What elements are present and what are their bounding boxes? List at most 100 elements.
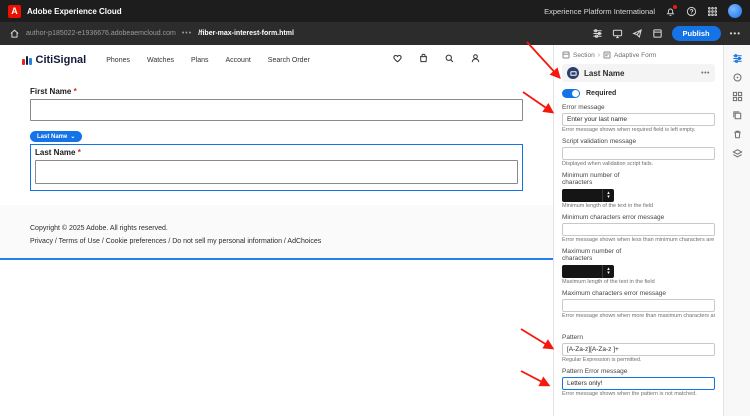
nav-item-watches[interactable]: Watches bbox=[147, 57, 174, 64]
page-canvas: CitiSignal Phones Watches Plans Account … bbox=[0, 45, 553, 416]
notification-dot bbox=[673, 4, 677, 9]
field-label: Script validation message bbox=[562, 138, 637, 145]
first-name-input[interactable] bbox=[30, 99, 523, 121]
search-icon[interactable] bbox=[444, 51, 455, 69]
field-help-text: Minimum length of the text in the field bbox=[562, 202, 654, 209]
panel-field-min-chars-error: Minimum characters error message Error m… bbox=[562, 214, 715, 243]
device-preview-icon[interactable] bbox=[612, 28, 623, 39]
footer-links[interactable]: Privacy / Terms of Use / Cookie preferen… bbox=[30, 238, 523, 245]
user-avatar[interactable] bbox=[728, 4, 742, 18]
nav-item-account[interactable]: Account bbox=[225, 57, 250, 64]
adobe-logo-icon: A bbox=[8, 4, 21, 18]
site-host: author-p185022-e1936676.adobeaemcloud.co… bbox=[26, 30, 176, 37]
site-footer: Copyright © 2025 Adobe. All rights reser… bbox=[0, 205, 553, 258]
component-title: Last Name bbox=[584, 68, 625, 78]
help-icon[interactable] bbox=[686, 6, 697, 17]
page-boundary-line bbox=[0, 258, 553, 260]
stepper-arrows[interactable]: ▴ ▾ bbox=[602, 188, 614, 202]
stepper-arrows[interactable]: ▴ ▾ bbox=[602, 264, 614, 278]
editor-settings-icon[interactable] bbox=[592, 28, 603, 39]
apps-grid-icon[interactable] bbox=[707, 6, 718, 17]
last-name-input[interactable] bbox=[35, 159, 518, 184]
last-name-label: Last Name * bbox=[35, 147, 81, 157]
selected-component-outline[interactable]: Last Name * bbox=[30, 143, 523, 191]
pattern-error-input[interactable] bbox=[562, 376, 715, 390]
first-name-label: First Name * bbox=[30, 87, 77, 96]
field-label: Error message bbox=[562, 104, 605, 111]
field-label: Pattern bbox=[562, 333, 583, 341]
notifications-icon[interactable] bbox=[665, 4, 677, 17]
copy-icon[interactable] bbox=[732, 110, 743, 121]
field-label: Minimum characters error message bbox=[562, 213, 665, 221]
content-tree-icon[interactable] bbox=[731, 148, 743, 159]
pattern-input[interactable] bbox=[562, 342, 715, 356]
brand-bars-icon bbox=[22, 56, 32, 66]
field-label: Maximum characters error message bbox=[562, 289, 667, 297]
panel-field-max-characters: Maximum number of characters ▴ ▾ Maximum… bbox=[562, 248, 715, 285]
field-label: Minimum number of characters bbox=[562, 172, 620, 187]
top-bar: A Adobe Experience Cloud Experience Plat… bbox=[0, 0, 750, 22]
required-toggle-row: Required bbox=[562, 87, 715, 99]
required-asterisk: * bbox=[77, 147, 81, 157]
home-icon[interactable] bbox=[9, 28, 20, 39]
components-icon[interactable] bbox=[732, 91, 743, 102]
assets-icon[interactable] bbox=[732, 72, 743, 83]
url-ellipsis: ••• bbox=[181, 30, 193, 37]
account-user-icon[interactable] bbox=[470, 51, 481, 69]
field-help-text: Maximum length of the text in the field bbox=[562, 278, 655, 285]
required-toggle-label: Required bbox=[586, 89, 617, 97]
panel-field-error-message: Error message Error message shown when r… bbox=[562, 104, 715, 133]
text-field-component-icon bbox=[567, 67, 579, 79]
wishlist-heart-icon[interactable] bbox=[392, 51, 403, 69]
nav-item-search-order[interactable]: Search Order bbox=[268, 57, 310, 64]
publish-button[interactable]: Publish bbox=[671, 26, 721, 41]
editor-toolbar: author-p185022-e1936676.adobeaemcloud.co… bbox=[0, 22, 750, 45]
breadcrumb-sep-icon: › bbox=[597, 51, 601, 59]
share-icon[interactable] bbox=[631, 28, 643, 39]
section-icon bbox=[562, 51, 570, 59]
required-toggle[interactable] bbox=[562, 88, 580, 98]
nav-item-plans[interactable]: Plans bbox=[191, 57, 209, 64]
properties-panel: Section › Adaptive Form Last Name ••• Re… bbox=[553, 45, 723, 416]
selected-component-chip[interactable]: Last Name ⌄ bbox=[30, 131, 83, 142]
min-characters-stepper[interactable]: ▴ ▾ bbox=[562, 188, 614, 202]
stepper-value bbox=[562, 265, 602, 278]
breadcrumb-section[interactable]: Section bbox=[573, 52, 595, 59]
org-switcher[interactable]: Experience Platform International bbox=[544, 7, 655, 16]
preview-icon[interactable] bbox=[652, 28, 663, 39]
toolbar-more-icon[interactable]: ••• bbox=[730, 29, 741, 38]
field-help-text: Error message shown when required field … bbox=[562, 127, 696, 133]
site-logo[interactable]: CitiSignal bbox=[22, 54, 86, 66]
editor-side-rail bbox=[723, 45, 750, 416]
min-chars-error-input[interactable] bbox=[562, 222, 715, 236]
error-message-input[interactable] bbox=[562, 113, 715, 126]
panel-field-pattern-error: Pattern Error message Error message show… bbox=[562, 368, 715, 397]
breadcrumb-adaptive-form[interactable]: Adaptive Form bbox=[614, 52, 656, 59]
stepper-value bbox=[562, 189, 602, 202]
nav-item-phones[interactable]: Phones bbox=[106, 57, 130, 64]
field-help-text: Error message shown when the pattern is … bbox=[562, 390, 697, 397]
stepper-down-icon[interactable]: ▾ bbox=[607, 195, 610, 200]
field-help-text: Displayed when validation script fails. bbox=[562, 161, 654, 167]
breadcrumb: Section › Adaptive Form bbox=[562, 49, 715, 61]
cart-bag-icon[interactable] bbox=[418, 51, 429, 69]
field-help-text: Regular Expression is permitted. bbox=[562, 356, 642, 363]
panel-field-max-chars-error: Maximum characters error message Error m… bbox=[562, 290, 715, 319]
form-icon bbox=[603, 51, 611, 59]
properties-icon[interactable] bbox=[732, 53, 743, 64]
delete-icon[interactable] bbox=[732, 129, 743, 140]
required-asterisk: * bbox=[73, 87, 77, 96]
script-validation-input[interactable] bbox=[562, 147, 715, 160]
panel-field-script-validation: Script validation message Displayed when… bbox=[562, 138, 715, 167]
form-preview: First Name * Last Name ⌄ Last Name * bbox=[0, 75, 553, 191]
max-chars-error-input[interactable] bbox=[562, 298, 715, 312]
max-characters-stepper[interactable]: ▴ ▾ bbox=[562, 264, 614, 278]
site-header: CitiSignal Phones Watches Plans Account … bbox=[0, 45, 553, 75]
stepper-down-icon[interactable]: ▾ bbox=[607, 271, 610, 276]
copyright-text: Copyright © 2025 Adobe. All rights reser… bbox=[30, 225, 168, 232]
component-more-icon[interactable]: ••• bbox=[701, 70, 710, 77]
panel-field-pattern: Pattern Regular Expression is permitted. bbox=[562, 334, 715, 363]
field-help-text: Error message shown when more than maxim… bbox=[562, 312, 715, 319]
chip-chevron-down-icon: ⌄ bbox=[70, 134, 76, 140]
app-title: Adobe Experience Cloud bbox=[27, 6, 122, 16]
